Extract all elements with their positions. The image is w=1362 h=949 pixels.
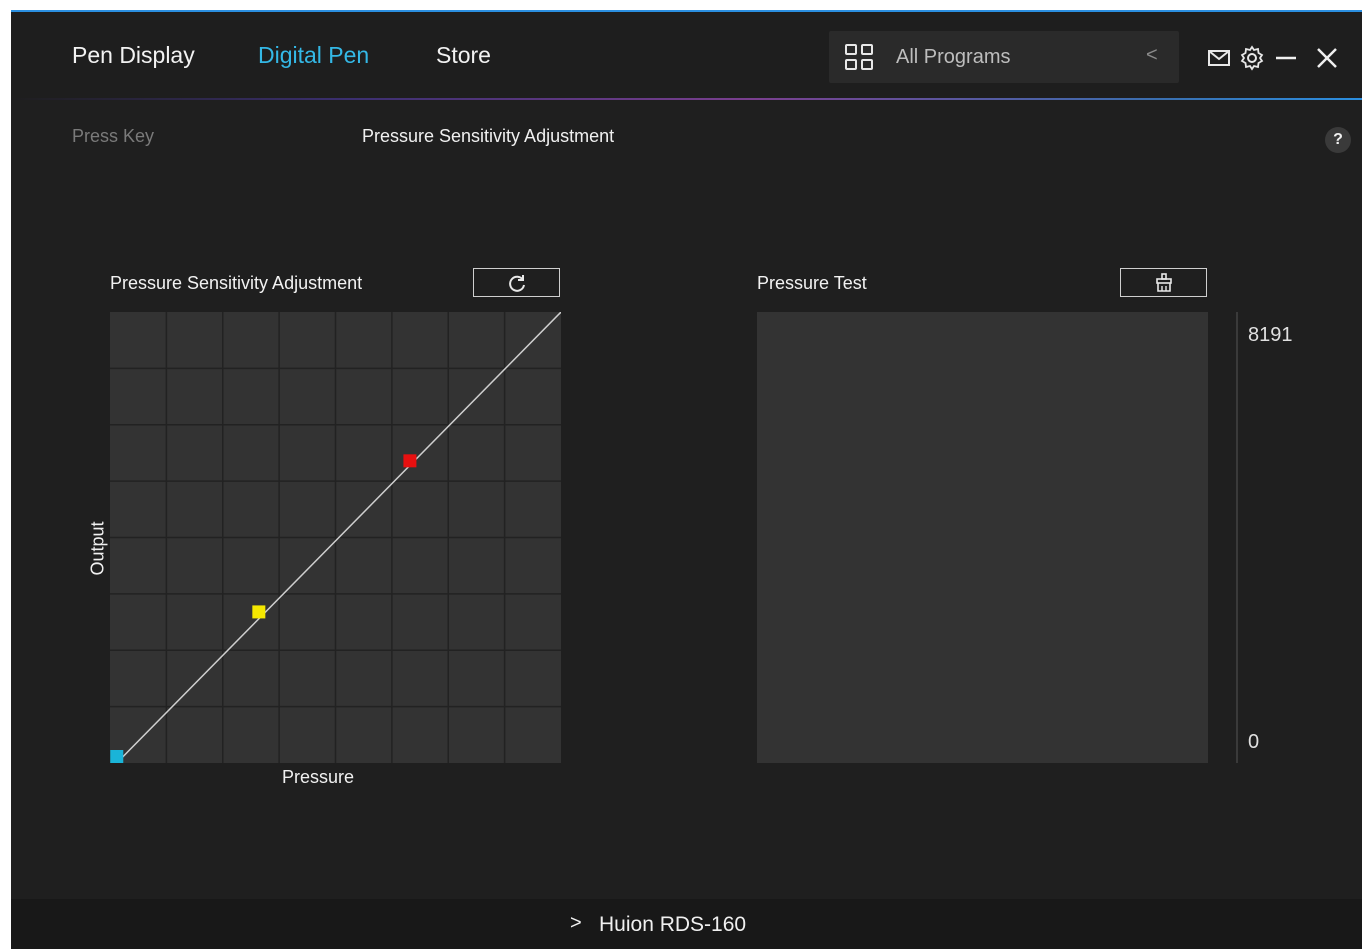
minimize-icon[interactable] bbox=[1273, 45, 1299, 71]
reset-curve-button[interactable] bbox=[473, 268, 560, 297]
mail-icon[interactable] bbox=[1206, 45, 1232, 71]
header-divider bbox=[11, 98, 1362, 100]
chevron-right-icon[interactable]: > bbox=[570, 912, 582, 935]
refresh-icon bbox=[509, 275, 525, 292]
pressure-meter-min: 0 bbox=[1248, 731, 1260, 753]
x-axis-label: Pressure bbox=[282, 767, 355, 787]
app-window: Pen Display Digital Pen Store All Progra… bbox=[11, 10, 1362, 949]
pressure-meter-max: 8191 bbox=[1248, 324, 1293, 346]
program-selector[interactable]: All Programs < bbox=[829, 31, 1179, 83]
pressure-test-canvas[interactable] bbox=[757, 312, 1208, 763]
curve-point-high[interactable] bbox=[403, 454, 417, 468]
chevron-left-icon[interactable]: < bbox=[1146, 44, 1158, 67]
program-selector-label: All Programs bbox=[896, 46, 1011, 68]
subtab-press-key[interactable]: Press Key bbox=[72, 126, 154, 147]
tab-digital-pen[interactable]: Digital Pen bbox=[258, 42, 369, 69]
subtab-pressure-sensitivity[interactable]: Pressure Sensitivity Adjustment bbox=[362, 126, 614, 147]
device-footer[interactable]: > Huion RDS-160 bbox=[11, 899, 1362, 949]
pressure-curve-chart[interactable] bbox=[110, 312, 561, 763]
device-name[interactable]: Huion RDS-160 bbox=[599, 913, 746, 937]
tab-pen-display[interactable]: Pen Display bbox=[72, 42, 195, 69]
curve-point-start[interactable] bbox=[110, 750, 124, 763]
y-axis-label: Output bbox=[87, 521, 108, 576]
pressure-meter bbox=[1236, 312, 1238, 763]
help-icon[interactable]: ? bbox=[1325, 127, 1351, 153]
curve-point-low[interactable] bbox=[252, 605, 266, 619]
tab-store[interactable]: Store bbox=[436, 42, 491, 69]
clear-test-button[interactable] bbox=[1120, 268, 1207, 297]
brush-clear-icon bbox=[1156, 273, 1172, 292]
header-bar: Pen Display Digital Pen Store All Progra… bbox=[11, 12, 1362, 100]
close-icon[interactable] bbox=[1314, 45, 1340, 71]
curve-panel-title: Pressure Sensitivity Adjustment bbox=[110, 273, 363, 293]
grid-icon bbox=[845, 44, 875, 72]
test-panel-title: Pressure Test bbox=[757, 273, 867, 293]
gear-icon[interactable] bbox=[1239, 45, 1265, 71]
